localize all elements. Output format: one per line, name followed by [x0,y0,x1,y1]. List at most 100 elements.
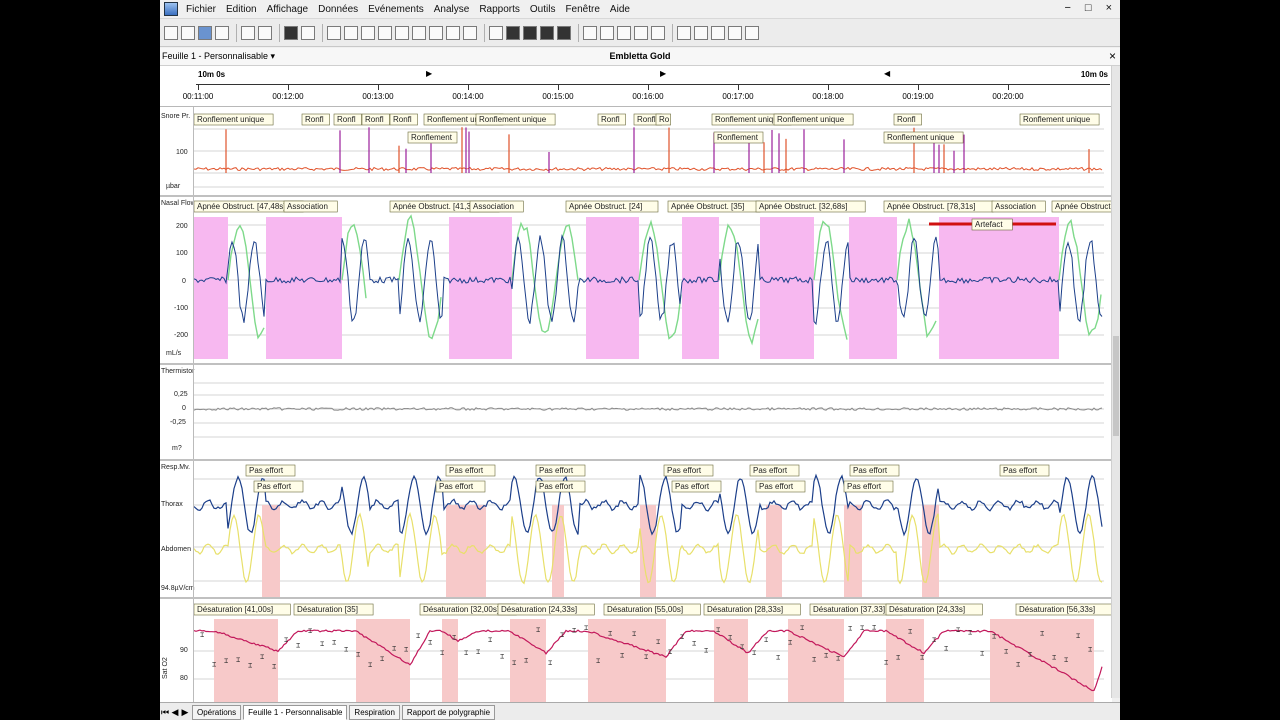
arrow-down-icon[interactable] [694,25,708,40]
nasal-event-label: Apnée Obstruct. [41,33s] [393,202,482,211]
window-layout-4-icon[interactable] [412,25,426,40]
print-preview-icon[interactable] [301,25,315,40]
tab-feuille-1[interactable]: Feuille 1 - Personnalisable [243,704,348,720]
apnea-band [266,217,342,359]
tab-next-icon[interactable]: ▶ [180,707,190,718]
menu-analyse[interactable]: Analyse [430,4,476,15]
menu-affichage[interactable]: Affichage [263,4,315,15]
event-tool-1-icon[interactable] [506,25,520,40]
open-file-icon[interactable] [181,25,195,40]
snore-event-label: Ronflement unique [887,133,955,142]
menu-fichier[interactable]: Fichier [182,4,222,15]
edit-tool-3-icon[interactable] [617,25,631,40]
desaturation-band [886,619,924,702]
edit-tool-1-icon[interactable] [583,25,597,40]
nasal-tick-minus100: -100 [174,305,189,312]
spo2-marker-icon: ⌶ [920,654,924,662]
window-layout-1-icon[interactable] [361,25,375,40]
thermistor-unit: m? [172,445,182,452]
spo2-marker-icon: ⌶ [872,624,876,632]
copy-icon[interactable] [215,25,229,40]
menu-aide[interactable]: Aide [606,4,636,15]
spo2-marker-icon: ⌶ [704,647,708,655]
tab-first-icon[interactable]: ⏮ [160,707,170,718]
menu-fenetre[interactable]: Fenêtre [561,4,605,15]
window-layout-6-icon[interactable] [446,25,460,40]
spo2-channel[interactable]: Sat O2 90 80 ⌶ ⌶ ⌶ ⌶ ⌶ ⌶ ⌶ ⌶ ⌶ ⌶ ⌶ ⌶ ⌶ ⌶ ⌶ ⌶ ⌶ ⌶ ⌶ ⌶ ⌶ ⌶ ⌶ ⌶ ⌶ ⌶ ⌶… [160,599,1112,702]
apnea-band [682,217,719,359]
time-tick [378,84,379,90]
menu-evenements[interactable]: Evénements [364,4,430,15]
spo2-event-label: Désaturation [41,00s] [197,605,273,614]
redo-icon[interactable] [258,25,272,40]
edit-tool-2-icon[interactable] [600,25,614,40]
scrollbar-thumb[interactable] [1113,336,1119,436]
clipboard-icon[interactable] [677,25,691,40]
filter-icon[interactable] [728,25,742,40]
nasal-flow-channel[interactable]: Nasal Flow 200 100 0 -100 -200 mL/s Arte… [160,197,1112,365]
time-tick [198,84,199,90]
time-cursor-right-icon[interactable]: ▶ [660,69,666,78]
save-icon[interactable] [198,25,212,40]
toolbar-separator [672,23,673,42]
event-tool-2-icon[interactable] [523,25,537,40]
spo2-marker-icon: ⌶ [344,646,348,654]
spo2-marker-icon: ⌶ [464,650,468,658]
close-window-button[interactable]: × [1106,2,1112,14]
close-sheet-button[interactable]: × [1109,49,1116,63]
breath-trace [511,221,579,334]
edit-tool-5-icon[interactable] [651,25,665,40]
vertical-scrollbar[interactable] [1111,66,1120,698]
menu-rapports[interactable]: Rapports [475,4,526,15]
snore-channel[interactable]: Snore Pr. 100 µbar Ronflement unique Ronf… [160,107,1112,197]
time-cursor-right-icon[interactable]: ▶ [426,69,432,78]
menu-donnees[interactable]: Données [314,4,364,15]
window-layout-2-icon[interactable] [378,25,392,40]
spo2-marker-icon: ⌶ [224,658,228,666]
spo2-event-label: Désaturation [32,00s] [423,605,499,614]
time-scale-right[interactable]: 10m 0s [1081,70,1108,79]
pen-icon[interactable] [344,25,358,40]
event-tool-4-icon[interactable] [557,25,571,40]
diamond-icon[interactable] [711,25,725,40]
window-layout-5-icon[interactable] [429,25,443,40]
time-cursor-left-icon[interactable]: ◀ [884,69,890,78]
nasal-tick-0: 0 [182,278,186,285]
tab-prev-icon[interactable]: ◀ [170,707,180,718]
respiratory-effort-channel[interactable]: Resp.Mv. Thorax Abdomen 94.8µV/cm Pas ef… [160,461,1112,599]
window-layout-3-icon[interactable] [395,25,409,40]
thermistor-tick-high: 0,25 [174,391,188,398]
menu-bar: Fichier Edition Affichage Données Evénem… [160,0,1120,19]
time-tick-label: 00:17:00 [722,92,754,101]
spo2-marker-icon: ⌶ [728,634,732,642]
maximize-button[interactable]: □ [1085,2,1092,14]
nasal-event-label: Apnée Obstruct. [24] [569,202,642,211]
window-layout-7-icon[interactable] [463,25,477,40]
apnea-band [760,217,814,359]
new-file-icon[interactable] [164,25,178,40]
window-controls: − □ × [1064,2,1112,14]
edit-tool-4-icon[interactable] [634,25,648,40]
thermistor-channel[interactable]: Thermistor 0,25 0 -0,25 m? [160,365,1112,461]
tab-rapport-polygraphie[interactable]: Rapport de polygraphie [401,704,496,720]
nasal-event-label: Apnée Obstruct. [1055,202,1112,211]
tab-operations[interactable]: Opérations [192,704,242,720]
list-icon[interactable] [745,25,759,40]
time-scale-left[interactable]: 10m 0s [198,70,225,79]
snore-channel-name: Snore Pr. [161,113,191,120]
marker-icon[interactable] [489,25,503,40]
undo-icon[interactable] [241,25,255,40]
snore-event-label: Ronflement unique [1023,115,1091,124]
resp-event-label: Pas effort [667,466,702,475]
desaturation-band [442,619,458,702]
nasal-tick-100: 100 [176,250,188,257]
menu-edition[interactable]: Edition [222,4,263,15]
snore-event-label: Ronfl [365,115,384,124]
tab-respiration[interactable]: Respiration [349,704,400,720]
menu-outils[interactable]: Outils [526,4,562,15]
zoom-icon[interactable] [327,25,341,40]
spo2-event-label: Désaturation [55,00s] [607,605,683,614]
print-icon[interactable] [284,25,298,40]
minimize-button[interactable]: − [1064,2,1070,14]
event-tool-3-icon[interactable] [540,25,554,40]
